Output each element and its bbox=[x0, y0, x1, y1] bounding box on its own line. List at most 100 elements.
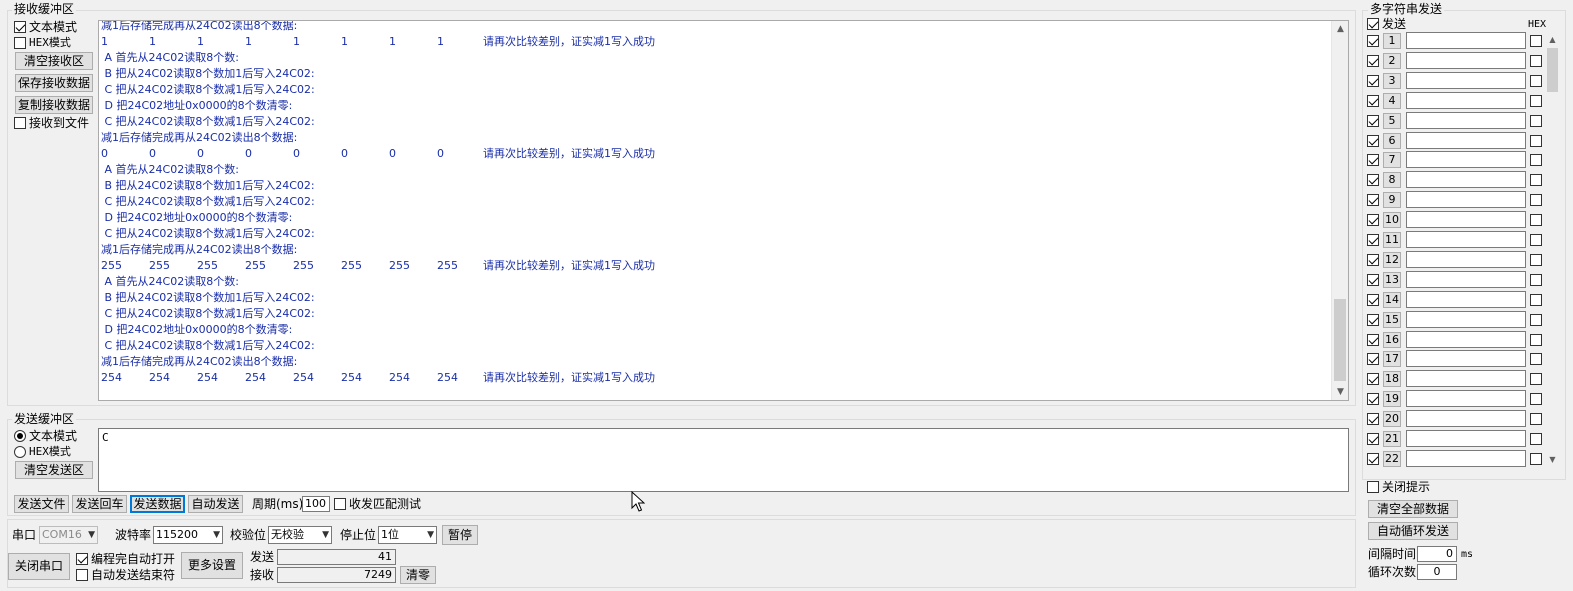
send-data-button[interactable]: 发送数据 bbox=[130, 495, 185, 513]
row-send-checkbox[interactable] bbox=[1367, 333, 1379, 346]
row-string-input[interactable] bbox=[1406, 270, 1526, 288]
parity-select[interactable]: 无校验 ▼ bbox=[268, 526, 332, 544]
row-string-input[interactable] bbox=[1406, 32, 1526, 49]
row-hex-checkbox[interactable] bbox=[1530, 373, 1542, 386]
row-send-checkbox[interactable] bbox=[1367, 94, 1379, 107]
stop-select[interactable]: 1位 ▼ bbox=[378, 526, 437, 544]
receive-text-mode-checkbox[interactable]: 文本模式 bbox=[14, 20, 77, 34]
row-send-button[interactable]: 16 bbox=[1383, 331, 1401, 348]
row-hex-checkbox[interactable] bbox=[1530, 35, 1542, 47]
auto-open-checkbox[interactable]: 编程完自动打开 bbox=[76, 552, 175, 566]
row-send-button[interactable]: 1 bbox=[1383, 33, 1401, 49]
row-send-button[interactable]: 10 bbox=[1383, 212, 1401, 229]
row-string-input[interactable] bbox=[1406, 211, 1526, 229]
row-string-input[interactable] bbox=[1406, 71, 1526, 89]
row-send-button[interactable]: 5 bbox=[1383, 112, 1401, 129]
row-send-checkbox[interactable] bbox=[1367, 273, 1379, 286]
baud-select[interactable]: 115200 ▼ bbox=[153, 526, 223, 544]
row-string-input[interactable] bbox=[1406, 449, 1526, 467]
row-hex-checkbox[interactable] bbox=[1530, 54, 1542, 67]
row-hex-checkbox[interactable] bbox=[1530, 134, 1542, 147]
row-send-button[interactable]: 13 bbox=[1383, 271, 1401, 288]
row-send-button[interactable]: 15 bbox=[1383, 311, 1401, 328]
row-hex-checkbox[interactable] bbox=[1530, 313, 1542, 326]
row-send-button[interactable]: 2 bbox=[1383, 52, 1401, 69]
row-send-button[interactable]: 17 bbox=[1383, 351, 1401, 368]
row-string-input[interactable] bbox=[1406, 370, 1526, 388]
row-hex-checkbox[interactable] bbox=[1530, 154, 1542, 167]
multi-scrollbar[interactable]: ▲ ▼ bbox=[1545, 32, 1560, 468]
row-hex-checkbox[interactable] bbox=[1530, 74, 1542, 87]
row-send-button[interactable]: 12 bbox=[1383, 251, 1401, 268]
row-hex-checkbox[interactable] bbox=[1530, 174, 1542, 187]
row-send-checkbox[interactable] bbox=[1367, 154, 1379, 167]
row-hex-checkbox[interactable] bbox=[1530, 353, 1542, 366]
row-string-input[interactable] bbox=[1406, 290, 1526, 308]
row-send-checkbox[interactable] bbox=[1367, 174, 1379, 187]
row-hex-checkbox[interactable] bbox=[1530, 214, 1542, 227]
row-string-input[interactable] bbox=[1406, 231, 1526, 248]
multi-send-all-checkbox[interactable]: 发送 bbox=[1367, 17, 1406, 31]
row-send-checkbox[interactable] bbox=[1367, 373, 1379, 386]
port-select[interactable]: COM16 ▼ bbox=[39, 526, 98, 544]
more-settings-button[interactable]: 更多设置 bbox=[181, 552, 243, 579]
close-tip-checkbox[interactable]: 关闭提示 bbox=[1367, 480, 1430, 494]
row-send-checkbox[interactable] bbox=[1367, 214, 1379, 227]
row-hex-checkbox[interactable] bbox=[1530, 194, 1542, 207]
row-send-checkbox[interactable] bbox=[1367, 313, 1379, 326]
row-send-button[interactable]: 9 bbox=[1383, 192, 1401, 209]
row-send-checkbox[interactable] bbox=[1367, 413, 1379, 426]
scroll-up-icon[interactable]: ▲ bbox=[1332, 21, 1348, 37]
row-string-input[interactable] bbox=[1406, 191, 1526, 209]
row-send-button[interactable]: 14 bbox=[1383, 291, 1401, 308]
row-string-input[interactable] bbox=[1406, 151, 1526, 169]
row-send-button[interactable]: 11 bbox=[1383, 232, 1401, 248]
row-string-input[interactable] bbox=[1406, 171, 1526, 189]
row-string-input[interactable] bbox=[1406, 430, 1526, 447]
row-send-button[interactable]: 18 bbox=[1383, 371, 1401, 388]
period-input[interactable]: 100 bbox=[302, 496, 330, 512]
row-send-checkbox[interactable] bbox=[1367, 393, 1379, 406]
row-send-checkbox[interactable] bbox=[1367, 134, 1379, 147]
receive-textarea[interactable]: 减1后存储完成再从24C02读出8个数据: 1 1 1 1 1 1 1 1 请再次比较差别，证实减… bbox=[98, 20, 1349, 401]
row-send-checkbox[interactable] bbox=[1367, 35, 1379, 47]
row-string-input[interactable] bbox=[1406, 51, 1526, 69]
row-hex-checkbox[interactable] bbox=[1530, 273, 1542, 286]
row-send-button[interactable]: 22 bbox=[1383, 450, 1401, 467]
row-send-checkbox[interactable] bbox=[1367, 234, 1379, 246]
row-send-checkbox[interactable] bbox=[1367, 114, 1379, 127]
row-string-input[interactable] bbox=[1406, 310, 1526, 328]
row-hex-checkbox[interactable] bbox=[1530, 393, 1542, 406]
save-receive-button[interactable]: 保存接收数据 bbox=[15, 74, 93, 92]
receive-scrollbar[interactable]: ▲ ▼ bbox=[1331, 21, 1348, 400]
clear-count-button[interactable]: 清零 bbox=[400, 566, 436, 584]
row-hex-checkbox[interactable] bbox=[1530, 433, 1542, 445]
scrollbar-thumb[interactable] bbox=[1547, 48, 1558, 92]
row-string-input[interactable] bbox=[1406, 91, 1526, 109]
row-send-checkbox[interactable] bbox=[1367, 452, 1379, 465]
row-send-checkbox[interactable] bbox=[1367, 353, 1379, 366]
clear-all-button[interactable]: 清空全部数据 bbox=[1368, 500, 1458, 518]
send-text-mode-radio[interactable]: 文本模式 bbox=[14, 429, 77, 443]
send-cr-button[interactable]: 发送回车 bbox=[72, 495, 127, 513]
row-string-input[interactable] bbox=[1406, 250, 1526, 268]
scroll-down-icon[interactable]: ▼ bbox=[1545, 452, 1560, 468]
row-send-checkbox[interactable] bbox=[1367, 293, 1379, 306]
auto-send-button[interactable]: 自动发送 bbox=[188, 495, 243, 513]
row-hex-checkbox[interactable] bbox=[1530, 452, 1542, 465]
row-hex-checkbox[interactable] bbox=[1530, 94, 1542, 107]
match-test-checkbox[interactable]: 收发匹配测试 bbox=[334, 497, 421, 511]
row-send-button[interactable]: 6 bbox=[1383, 132, 1401, 149]
auto-end-checkbox[interactable]: 自动发送结束符 bbox=[76, 568, 175, 582]
interval-input[interactable]: 0 bbox=[1417, 546, 1457, 562]
row-string-input[interactable] bbox=[1406, 330, 1526, 348]
row-string-input[interactable] bbox=[1406, 131, 1526, 149]
row-string-input[interactable] bbox=[1406, 390, 1526, 408]
send-file-button[interactable]: 发送文件 bbox=[14, 495, 69, 513]
row-send-button[interactable]: 21 bbox=[1383, 431, 1401, 447]
row-send-checkbox[interactable] bbox=[1367, 194, 1379, 207]
row-send-button[interactable]: 8 bbox=[1383, 172, 1401, 189]
scroll-up-icon[interactable]: ▲ bbox=[1545, 32, 1560, 48]
scroll-down-icon[interactable]: ▼ bbox=[1332, 384, 1348, 400]
row-send-checkbox[interactable] bbox=[1367, 433, 1379, 445]
